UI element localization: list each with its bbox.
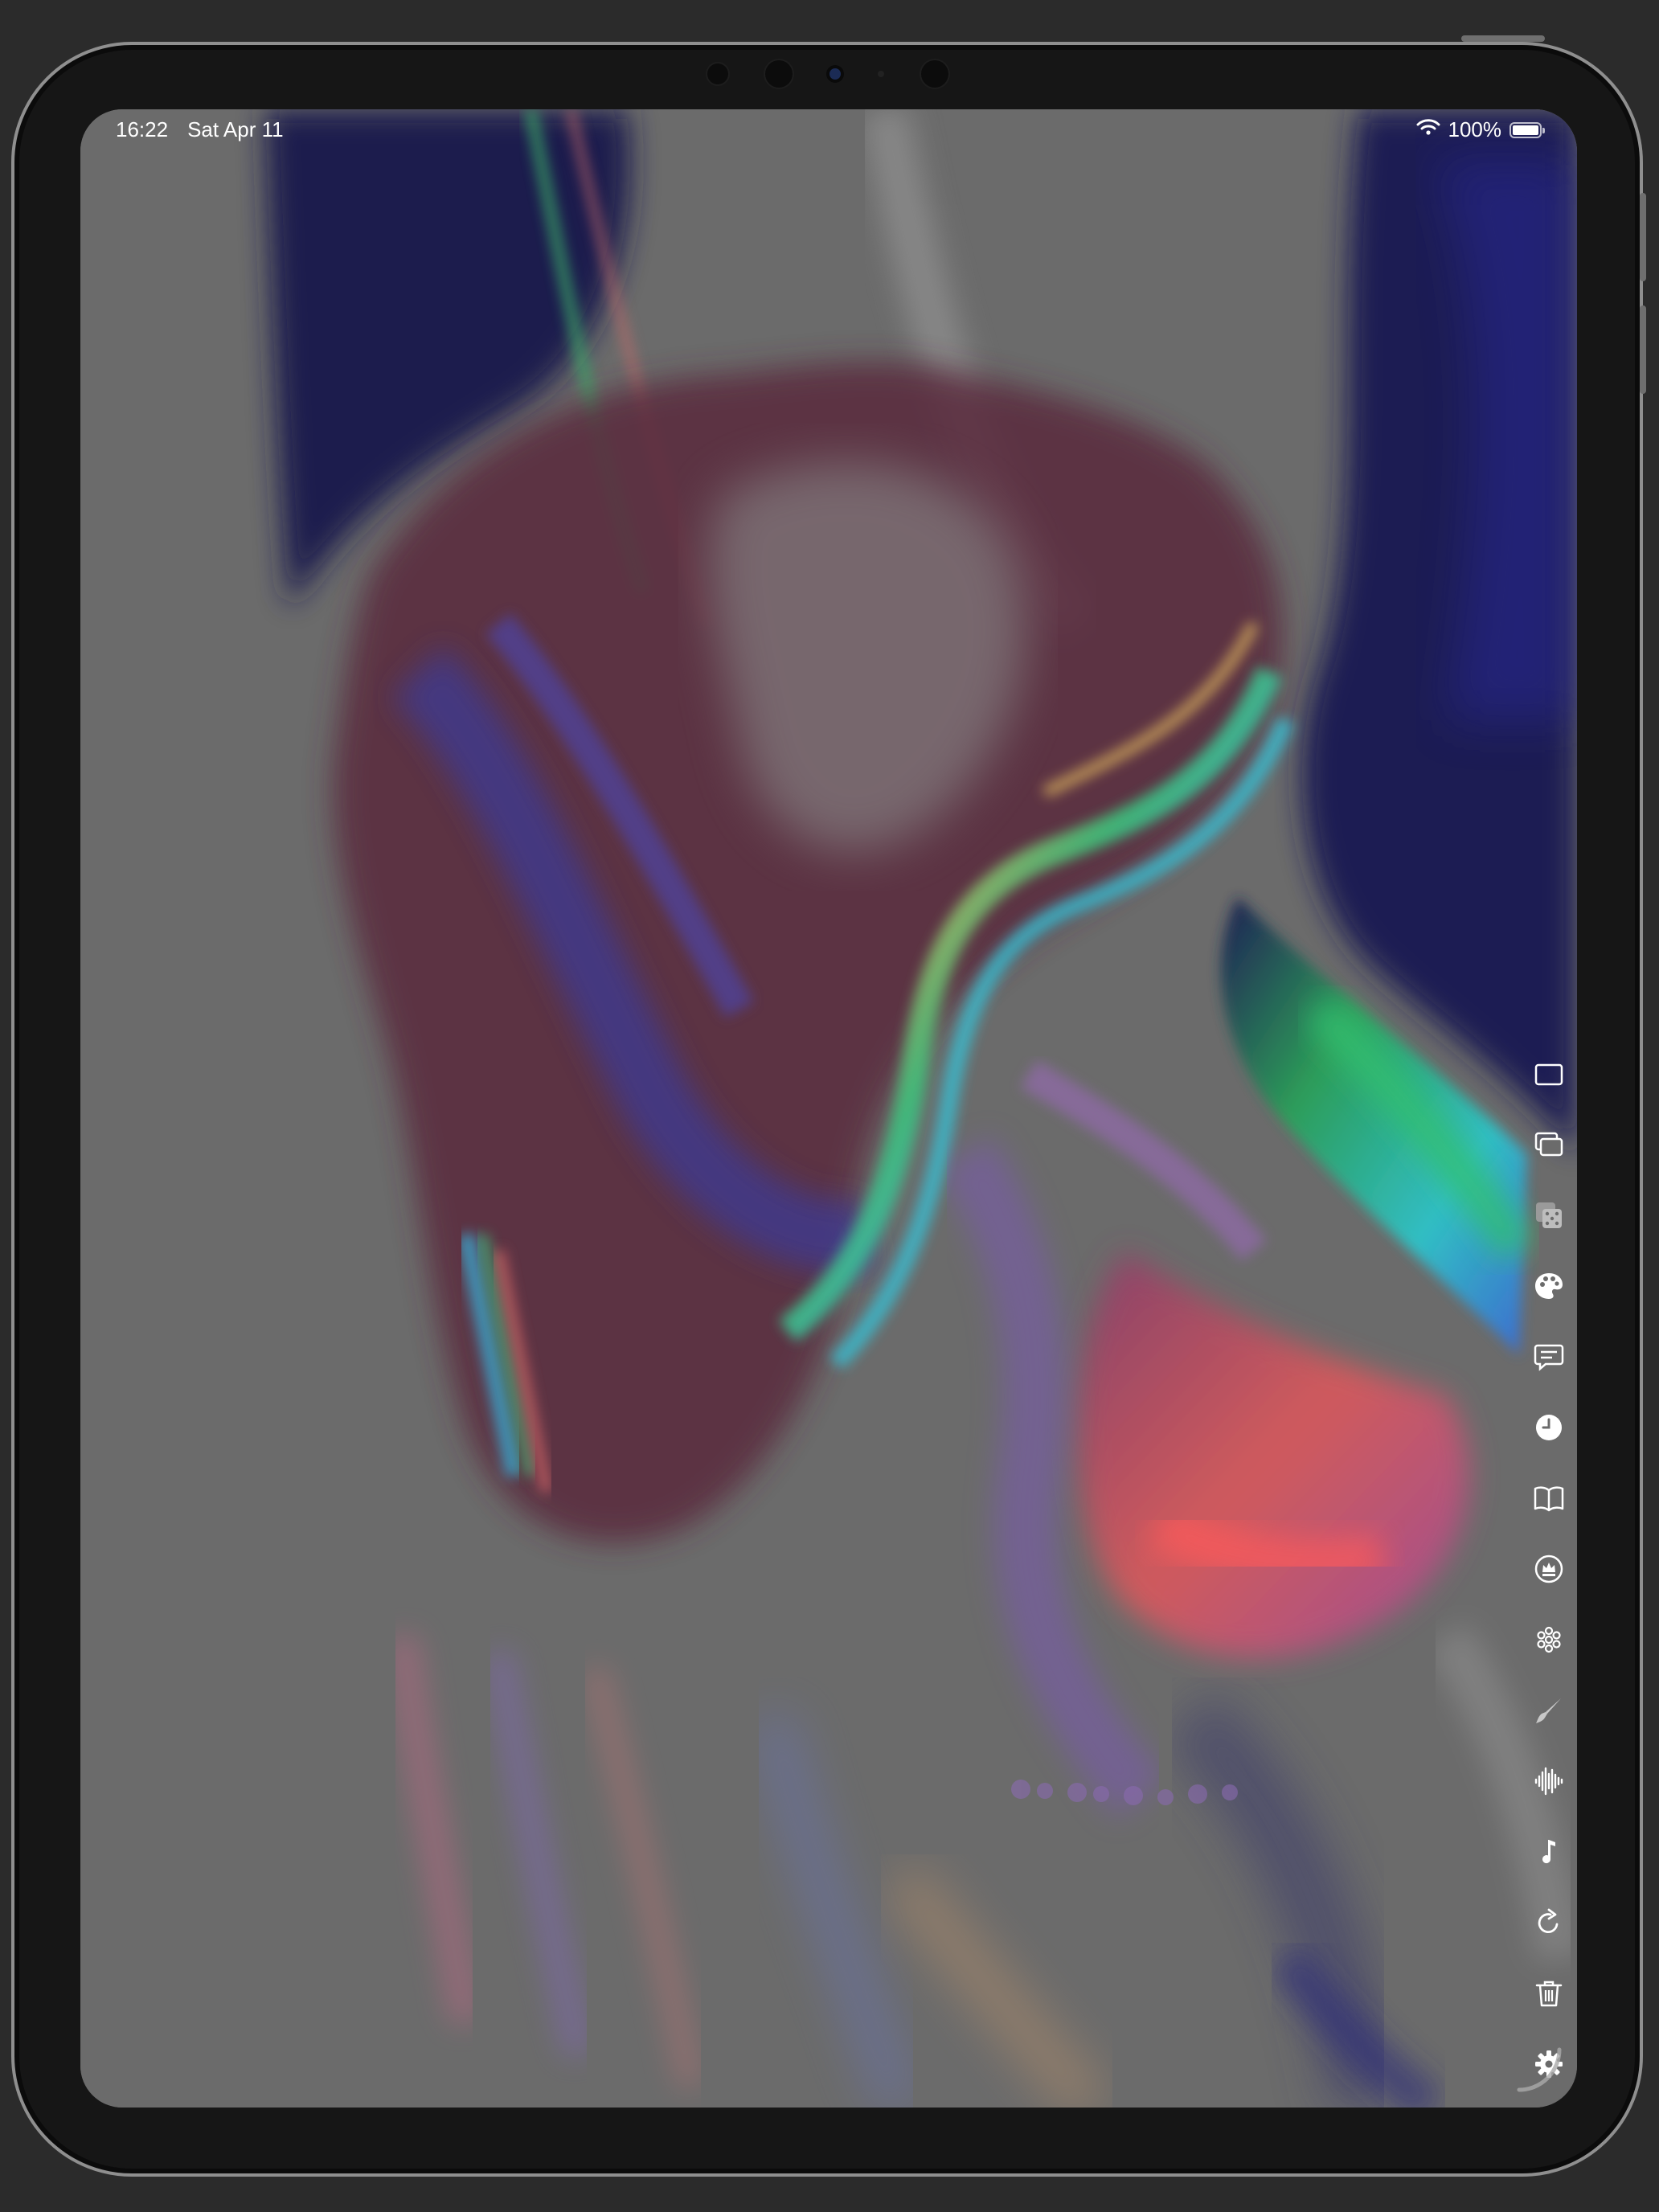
waveform-icon bbox=[1534, 1767, 1563, 1796]
crown-circle-button[interactable] bbox=[1530, 1553, 1568, 1585]
status-date: Sat Apr 11 bbox=[187, 117, 284, 141]
side-toolbar bbox=[1529, 1058, 1569, 2108]
palette-button[interactable] bbox=[1530, 1270, 1568, 1302]
clock-icon bbox=[1536, 1415, 1562, 1440]
message-button[interactable] bbox=[1530, 1341, 1568, 1373]
battery-percent: 100% bbox=[1448, 117, 1502, 141]
flower-icon bbox=[1537, 1626, 1561, 1653]
book-button[interactable] bbox=[1530, 1482, 1568, 1514]
flower-button[interactable] bbox=[1530, 1624, 1568, 1656]
music-note-button[interactable] bbox=[1530, 1836, 1568, 1868]
message-icon bbox=[1534, 1344, 1564, 1371]
waveform-button[interactable] bbox=[1530, 1765, 1568, 1797]
battery-fill bbox=[1513, 125, 1538, 135]
single-window-button[interactable] bbox=[1530, 1058, 1568, 1090]
crown-circle-icon bbox=[1534, 1555, 1563, 1583]
dice-icon bbox=[1536, 1202, 1562, 1228]
sensor-dot bbox=[707, 63, 728, 84]
multiple-windows-icon bbox=[1534, 1132, 1563, 1157]
camera-lens bbox=[830, 68, 841, 80]
side-button-upper bbox=[1640, 193, 1646, 281]
side-button-lower bbox=[1640, 305, 1646, 394]
paintbrush-button[interactable] bbox=[1530, 1694, 1568, 1727]
volume-button-top bbox=[1461, 35, 1545, 42]
trash-button[interactable] bbox=[1530, 1977, 1568, 2009]
front-camera bbox=[765, 60, 793, 88]
status-bar: 16:22 Sat Apr 11 100% bbox=[80, 109, 1577, 158]
music-note-icon bbox=[1542, 1840, 1555, 1864]
resize-handle[interactable] bbox=[1514, 2045, 1563, 2093]
paintbrush-icon bbox=[1536, 1698, 1561, 1723]
trash-icon bbox=[1535, 1981, 1563, 2007]
multiple-windows-button[interactable] bbox=[1530, 1129, 1568, 1161]
camera-housing bbox=[707, 59, 948, 88]
single-window-icon bbox=[1534, 1063, 1563, 1086]
book-icon bbox=[1534, 1486, 1564, 1512]
indicator-dot bbox=[878, 71, 884, 77]
wifi-icon bbox=[1416, 117, 1440, 142]
clock-button[interactable] bbox=[1530, 1411, 1568, 1444]
refresh-icon bbox=[1538, 1908, 1559, 1933]
screen: 16:22 Sat Apr 11 100% bbox=[80, 109, 1577, 2108]
battery-icon bbox=[1509, 121, 1545, 138]
dice-button[interactable] bbox=[1530, 1199, 1568, 1231]
status-time: 16:22 bbox=[116, 117, 169, 141]
fluid-art-canvas[interactable] bbox=[80, 109, 1577, 2108]
palette-icon bbox=[1535, 1273, 1563, 1299]
depth-sensor bbox=[921, 60, 948, 88]
refresh-button[interactable] bbox=[1530, 1907, 1568, 1939]
